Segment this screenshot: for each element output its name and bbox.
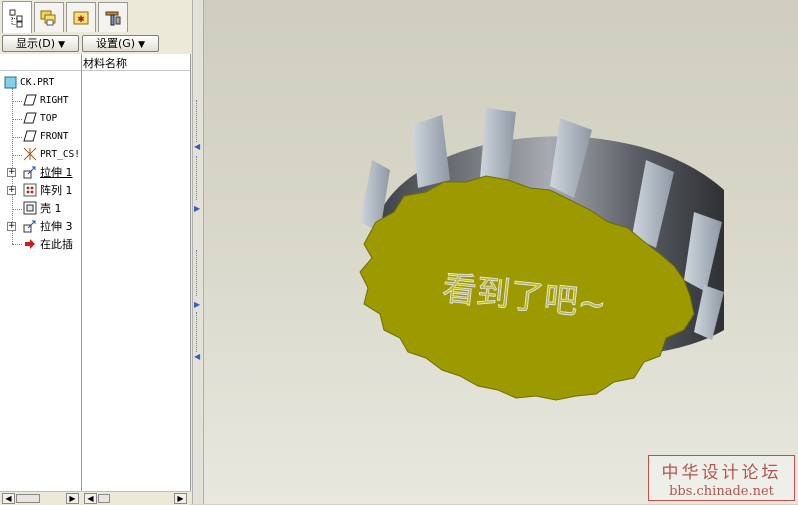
model-tree-icon (9, 9, 23, 27)
display-menu-label: 显示(D) (16, 37, 56, 50)
tab-connections[interactable] (98, 2, 128, 32)
extrude-icon (23, 166, 36, 179)
tree-item-label: PRT_CS! (39, 148, 80, 160)
expand-right-icon[interactable]: ▶ (194, 204, 200, 213)
navigator-tabs: ✱ (0, 0, 192, 33)
scroll-thumb[interactable] (98, 494, 110, 503)
chevron-down-icon: ▼ (58, 40, 65, 50)
settings-menu-button[interactable]: 设置(G) ▼ (82, 35, 159, 52)
watermark-title: 中华设计论坛 (661, 463, 782, 483)
gear-model-3d[interactable]: 看到了吧~ (204, 0, 798, 504)
tree-guide-line (12, 244, 22, 245)
insert-here-arrow-icon (25, 239, 35, 249)
expand-toggle[interactable]: + (7, 222, 16, 231)
tree-item-label: TOP (40, 112, 58, 124)
splitter-grip (196, 100, 201, 142)
tree-item-label: CK.PRT (20, 76, 55, 88)
part-icon (4, 76, 17, 88)
expand-toggle[interactable]: + (7, 168, 16, 177)
chevron-down-icon: ▼ (138, 40, 146, 50)
tree-item-extrude-1[interactable]: 拉伸 1 (23, 164, 80, 180)
tab-model-tree[interactable] (2, 1, 32, 33)
tree-item-label: 壳 1 (40, 202, 62, 215)
material-name-column-header: 材料名称 (83, 57, 127, 70)
tree-item-pattern-1[interactable]: 阵列 1 (23, 182, 80, 198)
tree-column-header: 材料名称 (0, 54, 190, 71)
tree-item-part[interactable]: CK.PRT (4, 74, 80, 90)
tree-guide-line (12, 101, 22, 102)
site-watermark: 中华设计论坛 bbs.chinade.net (648, 455, 795, 501)
tree-toolbar: 显示(D) ▼ 设置(G) ▼ (0, 33, 192, 53)
datum-plane-icon (23, 94, 37, 106)
coordinate-system-icon (23, 147, 37, 161)
extrude-icon (23, 220, 36, 233)
tree-item-label: 拉伸 1 (40, 166, 73, 179)
folder-browser-icon (40, 10, 56, 25)
model-tree-panel: ✱ 显示(D) ▼ 设置(G) ▼ 材料名称 CK.PRT RIGHT TOP … (0, 0, 192, 505)
column-divider[interactable] (81, 54, 82, 491)
scroll-right-icon[interactable]: ▶ (174, 493, 187, 504)
name-column-scrollbar[interactable]: ◀ ▶ (0, 491, 81, 505)
tree-item-label: FRONT (40, 130, 69, 142)
tree-guide-line (12, 209, 22, 210)
display-menu-button[interactable]: 显示(D) ▼ (2, 35, 79, 52)
splitter-grip (196, 156, 201, 200)
settings-menu-label: 设置(G) (95, 37, 136, 50)
tree-item-datum-top[interactable]: TOP (23, 110, 80, 126)
tab-favorites[interactable]: ✱ (66, 2, 96, 32)
watermark-url: bbs.chinade.net (669, 484, 774, 499)
tree-item-extrude-3[interactable]: 拉伸 3 (23, 218, 80, 234)
tree-item-label: RIGHT (40, 94, 69, 106)
expand-right-icon[interactable]: ▶ (194, 300, 200, 309)
panel-splitter[interactable]: ◀ ▶ ▶ ◀ (192, 0, 204, 504)
tree-guide-line (12, 119, 22, 120)
shell-icon (23, 201, 37, 215)
splitter-grip (196, 312, 201, 352)
tree-item-label: 在此插 (40, 238, 73, 251)
scroll-left-icon[interactable]: ◀ (84, 493, 97, 504)
pattern-icon (23, 183, 37, 197)
expand-toggle[interactable]: + (7, 186, 16, 195)
tree-item-datum-right[interactable]: RIGHT (23, 92, 80, 108)
tree-item-insert-here[interactable]: 在此插 (23, 236, 80, 252)
datum-plane-icon (23, 112, 37, 124)
favorites-icon: ✱ (73, 11, 89, 25)
collapse-left-icon[interactable]: ◀ (194, 352, 200, 361)
graphics-viewport[interactable]: 看到了吧~ (204, 0, 798, 504)
svg-text:✱: ✱ (77, 15, 85, 25)
tree-guide-line (12, 137, 22, 138)
tree-item-label: 阵列 1 (40, 184, 73, 197)
scroll-left-icon[interactable]: ◀ (2, 493, 15, 504)
splitter-grip (196, 250, 201, 296)
tree-item-datum-front[interactable]: FRONT (23, 128, 80, 144)
scroll-thumb[interactable] (16, 494, 40, 503)
tab-folder-browser[interactable] (34, 2, 64, 32)
tree-item-label: 拉伸 3 (40, 220, 73, 233)
material-column-scrollbar[interactable]: ◀ ▶ (82, 491, 190, 505)
tree-guide-line (12, 155, 22, 156)
datum-plane-icon (23, 130, 37, 142)
scroll-right-icon[interactable]: ▶ (66, 493, 79, 504)
tree-item-coordinate-system[interactable]: PRT_CS! (23, 146, 80, 162)
tree-item-shell-1[interactable]: 壳 1 (23, 200, 80, 216)
collapse-left-icon[interactable]: ◀ (194, 142, 200, 151)
connections-icon (105, 11, 121, 25)
